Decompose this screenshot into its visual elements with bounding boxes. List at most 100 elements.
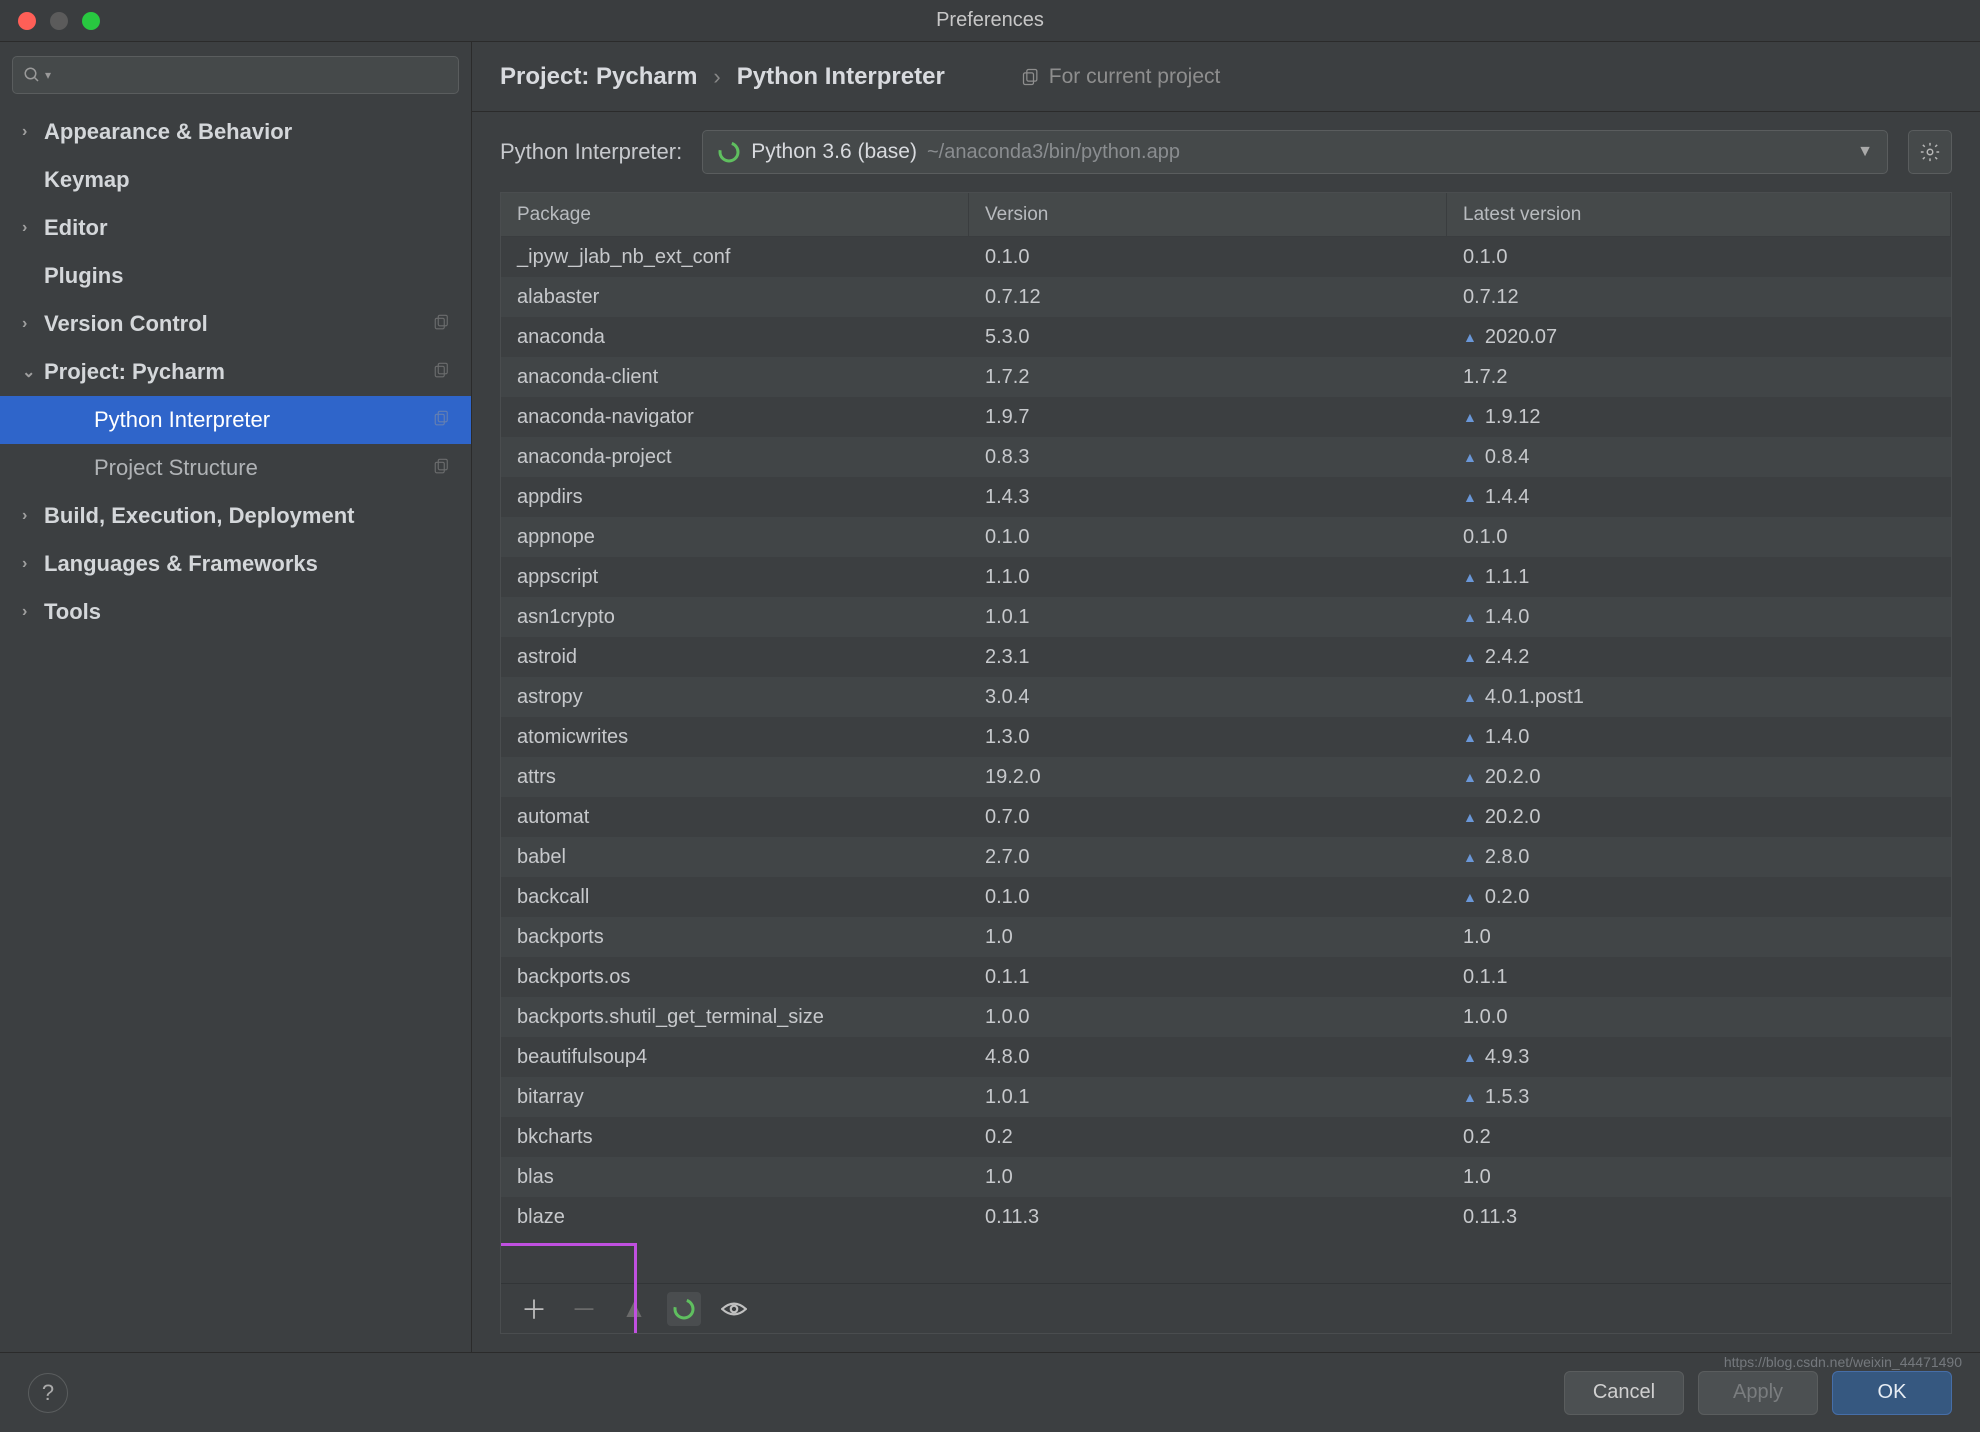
column-package[interactable]: Package [501, 193, 969, 236]
package-version: 5.3.0 [969, 326, 1447, 349]
sidebar-item-tools[interactable]: ›Tools [0, 588, 471, 636]
package-name: _ipyw_jlab_nb_ext_conf [501, 246, 969, 269]
apply-button[interactable]: Apply [1698, 1371, 1818, 1415]
table-row[interactable]: atomicwrites1.3.0▲1.4.0 [501, 717, 1951, 757]
package-latest: ▲4.0.1.post1 [1447, 686, 1951, 709]
cancel-button[interactable]: Cancel [1564, 1371, 1684, 1415]
package-version: 1.4.3 [969, 486, 1447, 509]
package-latest: 1.0 [1447, 1166, 1951, 1189]
chevron-right-icon: › [22, 123, 44, 141]
table-row[interactable]: beautifulsoup44.8.0▲4.9.3 [501, 1037, 1951, 1077]
chevron-right-icon: › [22, 603, 44, 621]
package-latest: ▲20.2.0 [1447, 806, 1951, 829]
table-row[interactable]: bitarray1.0.1▲1.5.3 [501, 1077, 1951, 1117]
table-row[interactable]: anaconda5.3.0▲2020.07 [501, 317, 1951, 357]
upgrade-available-icon: ▲ [1463, 729, 1477, 745]
sidebar-item-label: Build, Execution, Deployment [44, 503, 354, 529]
upgrade-package-button[interactable]: ▲ [617, 1292, 651, 1326]
table-row[interactable]: asn1crypto1.0.1▲1.4.0 [501, 597, 1951, 637]
search-icon [23, 66, 41, 84]
sidebar-item-label: Python Interpreter [94, 407, 270, 433]
packages-table: Package Version Latest version _ipyw_jla… [500, 192, 1952, 1334]
table-row[interactable]: babel2.7.0▲2.8.0 [501, 837, 1951, 877]
sidebar-item-project-pycharm[interactable]: ⌄Project: Pycharm [0, 348, 471, 396]
sidebar-item-project-structure[interactable]: Project Structure [0, 444, 471, 492]
sidebar-item-keymap[interactable]: Keymap [0, 156, 471, 204]
package-toolbar: ＋ － ▲ [501, 1283, 1951, 1333]
table-row[interactable]: appscript1.1.0▲1.1.1 [501, 557, 1951, 597]
table-row[interactable]: astroid2.3.1▲2.4.2 [501, 637, 1951, 677]
table-row[interactable]: automat0.7.0▲20.2.0 [501, 797, 1951, 837]
interpreter-settings-button[interactable] [1908, 130, 1952, 174]
package-name: appdirs [501, 486, 969, 509]
interpreter-label: Python Interpreter: [500, 139, 682, 165]
table-row[interactable]: _ipyw_jlab_nb_ext_conf0.1.00.1.0 [501, 237, 1951, 277]
package-version: 3.0.4 [969, 686, 1447, 709]
remove-package-button[interactable]: － [567, 1292, 601, 1326]
column-version[interactable]: Version [969, 193, 1447, 236]
package-name: asn1crypto [501, 606, 969, 629]
package-name: appscript [501, 566, 969, 589]
sidebar-item-version-control[interactable]: ›Version Control [0, 300, 471, 348]
package-latest: ▲0.2.0 [1447, 886, 1951, 909]
sidebar-item-build-execution-deployment[interactable]: ›Build, Execution, Deployment [0, 492, 471, 540]
upgrade-available-icon: ▲ [1463, 609, 1477, 625]
sidebar-item-label: Version Control [44, 311, 208, 337]
table-row[interactable]: alabaster0.7.120.7.12 [501, 277, 1951, 317]
show-early-releases-button[interactable] [717, 1292, 751, 1326]
maximize-window-button[interactable] [82, 12, 100, 30]
table-row[interactable]: blaze0.11.30.11.3 [501, 1197, 1951, 1237]
table-row[interactable]: bkcharts0.20.2 [501, 1117, 1951, 1157]
package-name: bkcharts [501, 1126, 969, 1149]
interpreter-dropdown[interactable]: Python 3.6 (base) ~/anaconda3/bin/python… [702, 130, 1888, 174]
package-name: atomicwrites [501, 726, 969, 749]
package-name: anaconda [501, 326, 969, 349]
upgrade-available-icon: ▲ [1463, 1089, 1477, 1105]
sidebar-item-editor[interactable]: ›Editor [0, 204, 471, 252]
upgrade-available-icon: ▲ [1463, 649, 1477, 665]
sidebar-item-languages-frameworks[interactable]: ›Languages & Frameworks [0, 540, 471, 588]
table-row[interactable]: appnope0.1.00.1.0 [501, 517, 1951, 557]
package-version: 1.0 [969, 926, 1447, 949]
sidebar-item-label: Appearance & Behavior [44, 119, 292, 145]
column-latest[interactable]: Latest version [1447, 193, 1951, 236]
chevron-right-icon: › [22, 555, 44, 573]
table-row[interactable]: backports.os0.1.10.1.1 [501, 957, 1951, 997]
copy-icon [433, 359, 451, 385]
package-name: blas [501, 1166, 969, 1189]
table-row[interactable]: astropy3.0.4▲4.0.1.post1 [501, 677, 1951, 717]
ok-button[interactable]: OK [1832, 1371, 1952, 1415]
chevron-down-icon: ▼ [1857, 143, 1873, 161]
package-version: 0.11.3 [969, 1206, 1447, 1229]
table-row[interactable]: anaconda-client1.7.21.7.2 [501, 357, 1951, 397]
table-row[interactable]: backports.shutil_get_terminal_size1.0.01… [501, 997, 1951, 1037]
sidebar-item-appearance-behavior[interactable]: ›Appearance & Behavior [0, 108, 471, 156]
copy-icon [433, 455, 451, 481]
refresh-packages-button[interactable] [667, 1292, 701, 1326]
package-version: 1.9.7 [969, 406, 1447, 429]
table-row[interactable]: blas1.01.0 [501, 1157, 1951, 1197]
table-row[interactable]: backcall0.1.0▲0.2.0 [501, 877, 1951, 917]
table-row[interactable]: appdirs1.4.3▲1.4.4 [501, 477, 1951, 517]
sidebar-item-plugins[interactable]: Plugins [0, 252, 471, 300]
package-latest: ▲2.8.0 [1447, 846, 1951, 869]
table-row[interactable]: attrs19.2.0▲20.2.0 [501, 757, 1951, 797]
add-package-button[interactable]: ＋ [517, 1292, 551, 1326]
table-row[interactable]: anaconda-project0.8.3▲0.8.4 [501, 437, 1951, 477]
package-name: appnope [501, 526, 969, 549]
package-version: 0.1.0 [969, 526, 1447, 549]
help-button[interactable]: ? [28, 1373, 68, 1413]
breadcrumb: Project: Pycharm › Python Interpreter Fo… [472, 42, 1980, 112]
close-window-button[interactable] [18, 12, 36, 30]
sidebar-search-input[interactable]: ▾ [12, 56, 459, 94]
table-row[interactable]: anaconda-navigator1.9.7▲1.9.12 [501, 397, 1951, 437]
sidebar-item-python-interpreter[interactable]: Python Interpreter [0, 396, 471, 444]
chevron-right-icon: › [22, 315, 44, 333]
eye-icon [721, 1300, 747, 1318]
watermark-text: https://blog.csdn.net/weixin_44471490 [1724, 1354, 1962, 1370]
copy-icon [1021, 67, 1041, 87]
minimize-window-button[interactable] [50, 12, 68, 30]
package-version: 1.0.1 [969, 606, 1447, 629]
package-latest: 0.11.3 [1447, 1206, 1951, 1229]
table-row[interactable]: backports1.01.0 [501, 917, 1951, 957]
